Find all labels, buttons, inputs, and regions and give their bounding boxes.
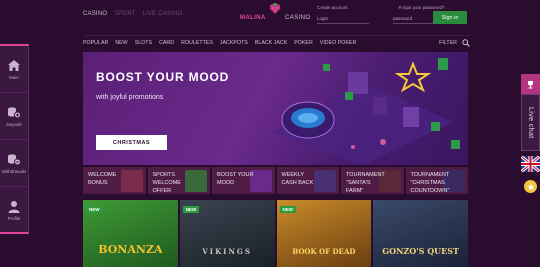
game-tile-book-of-dead[interactable]: NEW BOOK OF DEAD [276, 200, 372, 267]
game-tile-gonzos-quest[interactable]: GONZO'S QUEST [373, 200, 468, 267]
promo-card-title: WEEKLY CASH BACK [281, 172, 314, 186]
bonus-coin-button[interactable] [524, 180, 537, 193]
promo-card[interactable]: TOURNAMENT "SANTA'S FARM" [341, 167, 404, 194]
tab-poker[interactable]: POKER [294, 40, 313, 46]
game-tile-bonanza[interactable]: NEW BONANZA [83, 200, 178, 267]
tab-new[interactable]: NEW [115, 40, 127, 46]
category-bar: POPULAR NEW SLOTS CARD ROULETTES JACKPOT… [83, 35, 470, 49]
uk-flag-icon[interactable] [520, 154, 540, 174]
nav-live-casino[interactable]: LIVE CASINO [143, 11, 183, 17]
star-icon [526, 183, 535, 190]
tab-card[interactable]: CARD [159, 40, 174, 46]
promo-card[interactable]: SPORTS WELCOME OFFER [147, 167, 210, 194]
logo-text-left: MALINA [240, 15, 266, 21]
home-icon [8, 59, 20, 71]
game-tile-vikings[interactable]: NEW VIKINGS [179, 200, 275, 267]
forgot-password-link[interactable]: Forgot your password? [399, 5, 445, 10]
promo-card-title: SPORTS WELCOME OFFER [152, 172, 181, 194]
sidebar-item-main[interactable]: Main [0, 46, 28, 93]
tab-black-jack[interactable]: BLACK JACK [255, 40, 287, 46]
hero-cta-button[interactable]: CHRISTMAS [96, 135, 167, 150]
search-icon[interactable] [462, 38, 470, 47]
live-chat-button[interactable]: Live chat [521, 94, 540, 151]
hero-banner[interactable]: BOOST YOUR MOOD with joyful promotions C… [83, 52, 468, 165]
sidebar-item-label: Profile [7, 216, 21, 221]
game-grid: NEW BONANZA NEW VIKINGS NEW BOOK OF DEAD… [83, 200, 468, 267]
raspberry-logo-icon [270, 3, 280, 14]
promo-card[interactable]: WELCOME BONUS [83, 167, 146, 194]
login-field[interactable]: Login [317, 16, 369, 24]
nav-sport[interactable]: SPORT [114, 11, 136, 17]
filter-button[interactable]: FILTER [439, 38, 470, 47]
create-account-link[interactable]: Create account [317, 5, 348, 10]
promo-card[interactable]: TOURNAMENT "CHRISTMAS COUNTDOWN" [405, 167, 468, 194]
sidebar-item-label: Main [9, 74, 19, 80]
game-title: GONZO'S QUEST [382, 246, 459, 256]
sidebar-item-profile[interactable]: Profile [0, 187, 28, 234]
new-badge: NEW [182, 206, 200, 213]
tab-slots[interactable]: SLOTS [135, 40, 152, 46]
brand-logo[interactable]: MALINA CASINO [240, 3, 312, 25]
new-badge: NEW [86, 206, 103, 213]
tab-jackpots[interactable]: JACKPOTS [220, 40, 248, 46]
sign-in-button[interactable]: Sign in [433, 11, 467, 24]
promo-card-title: WELCOME BONUS [88, 172, 117, 186]
promo-card-title: TOURNAMENT "SANTA'S FARM" [346, 172, 385, 194]
live-chat-label: Live chat [527, 106, 534, 139]
promotions-strip: WELCOME BONUS SPORTS WELCOME OFFER BOOST… [83, 167, 468, 194]
game-title: VIKINGS [202, 247, 252, 256]
hero-title: BOOST YOUR MOOD [96, 70, 230, 84]
tab-roulettes[interactable]: ROULETTES [181, 40, 213, 46]
deposit-coins-icon [8, 106, 21, 118]
promo-card[interactable]: BOOST YOUR MOOD [212, 167, 275, 194]
sidebar-item-withdrawals[interactable]: Withdrawals [0, 140, 28, 187]
game-title: BONANZA [98, 243, 163, 256]
promo-card-title: TOURNAMENT "CHRISTMAS COUNTDOWN" [410, 172, 450, 194]
user-icon [8, 201, 20, 213]
trophy-icon [528, 80, 533, 88]
sidebar-item-label: Withdrawals [1, 168, 27, 174]
sidebar-item-label: Deposit [6, 121, 22, 127]
login-form: Create account Forgot your password? Log… [317, 5, 445, 24]
hero-subtitle: with joyful promotions [96, 94, 164, 101]
right-rail: Live chat [520, 74, 540, 193]
filter-label: FILTER [439, 39, 457, 46]
header: CASINO SPORT LIVE CASINO MALINA CASINO C… [83, 0, 470, 34]
promo-illustration [273, 58, 460, 165]
promo-card-title: BOOST YOUR MOOD [217, 172, 254, 186]
promo-card[interactable]: WEEKLY CASH BACK [276, 167, 339, 194]
nav-casino[interactable]: CASINO [83, 11, 107, 17]
tab-popular[interactable]: POPULAR [83, 40, 108, 46]
sidebar-item-deposit[interactable]: Deposit [0, 93, 28, 140]
trophy-button[interactable] [521, 74, 540, 94]
top-nav: CASINO SPORT LIVE CASINO [83, 11, 187, 17]
left-sidebar: Main Deposit Withdrawals Profile [0, 44, 29, 234]
logo-text-right: CASINO [285, 15, 311, 21]
new-badge: NEW [279, 206, 296, 213]
withdraw-coins-icon [8, 153, 21, 165]
tab-video-poker[interactable]: VIDEO POKER [320, 40, 357, 46]
game-title: BOOK OF DEAD [292, 247, 356, 256]
